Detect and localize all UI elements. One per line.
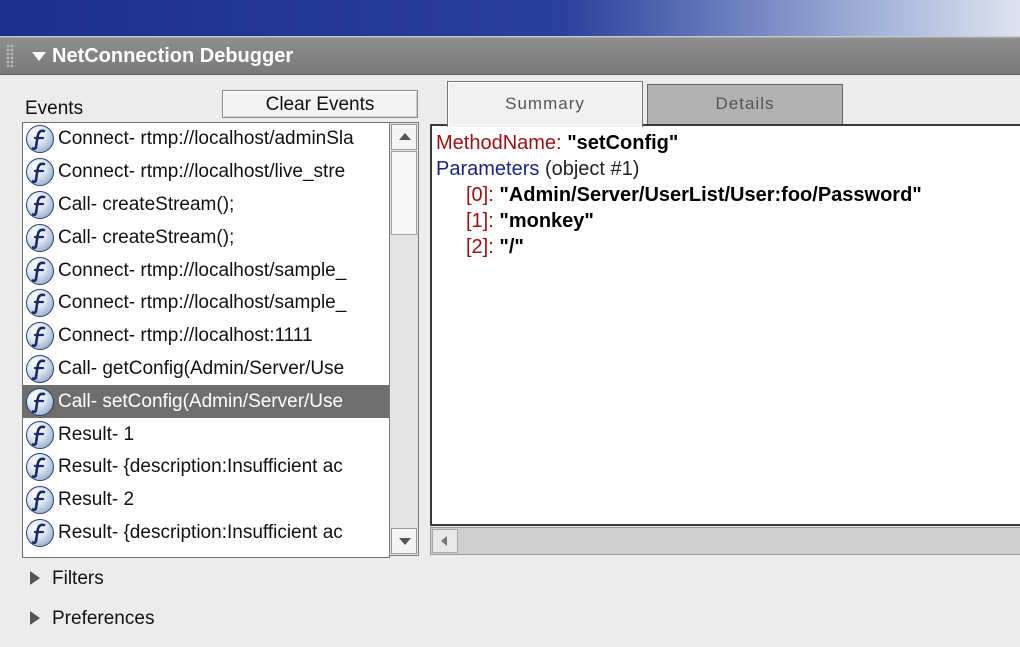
events-label: Events [25,98,84,119]
event-item[interactable]: Call- createStream(); [23,221,389,254]
scroll-up-button[interactable] [391,124,417,150]
param-value: "Admin/Server/UserList/User:foo/Password… [499,184,922,206]
scroll-left-button[interactable] [432,529,458,553]
event-item[interactable]: Connect- rtmp://localhost/sample_ [23,287,389,320]
event-item-label: Connect- rtmp://localhost/adminSla [58,128,354,150]
flash-player-icon [26,289,54,318]
event-item[interactable]: Result- 2 [23,484,389,517]
event-item-selected[interactable]: Call- setConfig(Admin/Server/Use [23,385,389,419]
preferences-section[interactable]: Preferences [30,608,154,630]
parameters-key: Parameters [436,158,540,180]
param-value: "monkey" [499,210,594,232]
expand-triangle-icon [30,611,40,625]
flash-player-icon [26,190,54,219]
event-item-label: Call- createStream(); [58,226,235,248]
event-item-label: Connect- rtmp://localhost/sample_ [58,259,347,281]
summary-horizontal-scrollbar[interactable] [430,527,1020,555]
filters-label: Filters [52,568,104,589]
event-item[interactable]: Connect- rtmp://localhost/adminSla [23,123,389,156]
collapse-triangle-icon[interactable] [32,52,46,61]
flash-player-icon [26,256,54,285]
events-list[interactable]: Connect- rtmp://localhost/adminSla Conne… [22,122,390,558]
event-item-label: Call- getConfig(Admin/Server/Use [58,357,345,379]
clear-events-button[interactable]: Clear Events [222,90,418,118]
parameters-type: (object #1) [544,158,640,180]
event-item-label: Call- setConfig(Admin/Server/Use [58,390,344,412]
event-item[interactable]: Connect- rtmp://localhost/sample_ [23,254,389,287]
event-item[interactable]: Result- {description:Insufficient ac [23,451,389,484]
event-item-label: Connect- rtmp://localhost/live_stre [58,161,346,183]
filters-section[interactable]: Filters [30,568,104,590]
flash-player-icon [26,322,54,351]
event-item-label: Result- {description:Insufficient ac [58,456,343,478]
arrow-left-icon [441,536,447,546]
flash-player-icon [26,223,54,252]
scroll-down-button[interactable] [391,528,417,554]
param-line: [0]: "Admin/Server/UserList/User:foo/Pas… [466,184,922,207]
panel-title: NetConnection Debugger [52,45,294,67]
event-item-label: Result- {description:Insufficient ac [58,521,343,543]
events-vertical-scrollbar[interactable] [389,122,419,556]
flash-player-icon [26,387,54,416]
param-value: "/" [499,236,524,258]
event-item-label: Connect- rtmp://localhost/sample_ [58,292,347,314]
tab-details[interactable]: Details [647,84,843,124]
scroll-thumb[interactable] [391,151,417,235]
flash-player-icon [26,486,54,515]
arrow-up-icon [399,133,411,140]
param-line: [1]: "monkey" [466,210,594,233]
flash-player-icon [26,125,54,154]
event-item-label: Result- 1 [58,423,135,445]
preferences-label: Preferences [52,608,155,629]
event-item[interactable]: Connect- rtmp://localhost/live_stre [23,156,389,189]
param-key: [0]: [466,184,494,206]
flash-player-icon [26,420,54,449]
event-item[interactable]: Connect- rtmp://localhost:1111 [23,320,389,353]
event-item[interactable]: Result- {description:Insufficient ac [23,517,389,550]
parameters-line: Parameters (object #1) [436,158,639,181]
event-item[interactable]: Call- getConfig(Admin/Server/Use [23,353,389,386]
event-item-label: Result- 2 [58,489,135,511]
flash-player-icon [26,158,54,187]
param-line: [2]: "/" [466,236,524,259]
drag-grip-icon[interactable] [6,44,14,68]
summary-panel: MethodName: "setConfig" Parameters (obje… [430,124,1020,526]
method-name-key: MethodName: [436,132,562,154]
flash-player-icon [26,518,54,547]
panel-header[interactable]: NetConnection Debugger [0,37,1020,75]
event-item-label: Connect- rtmp://localhost:1111 [58,325,313,347]
window-title-bar [0,0,1020,37]
method-line: MethodName: "setConfig" [436,132,678,155]
expand-triangle-icon [30,571,40,585]
flash-player-icon [26,354,54,383]
param-key: [2]: [466,236,494,258]
tab-summary[interactable]: Summary [447,81,643,127]
event-item[interactable]: Result- 1 [23,418,389,451]
arrow-down-icon [399,538,411,545]
event-item-label: Call- createStream(); [58,193,235,215]
event-item[interactable]: Call- createStream(); [23,189,389,222]
param-key: [1]: [466,210,494,232]
flash-player-icon [26,453,54,482]
method-name-value: "setConfig" [567,132,679,154]
